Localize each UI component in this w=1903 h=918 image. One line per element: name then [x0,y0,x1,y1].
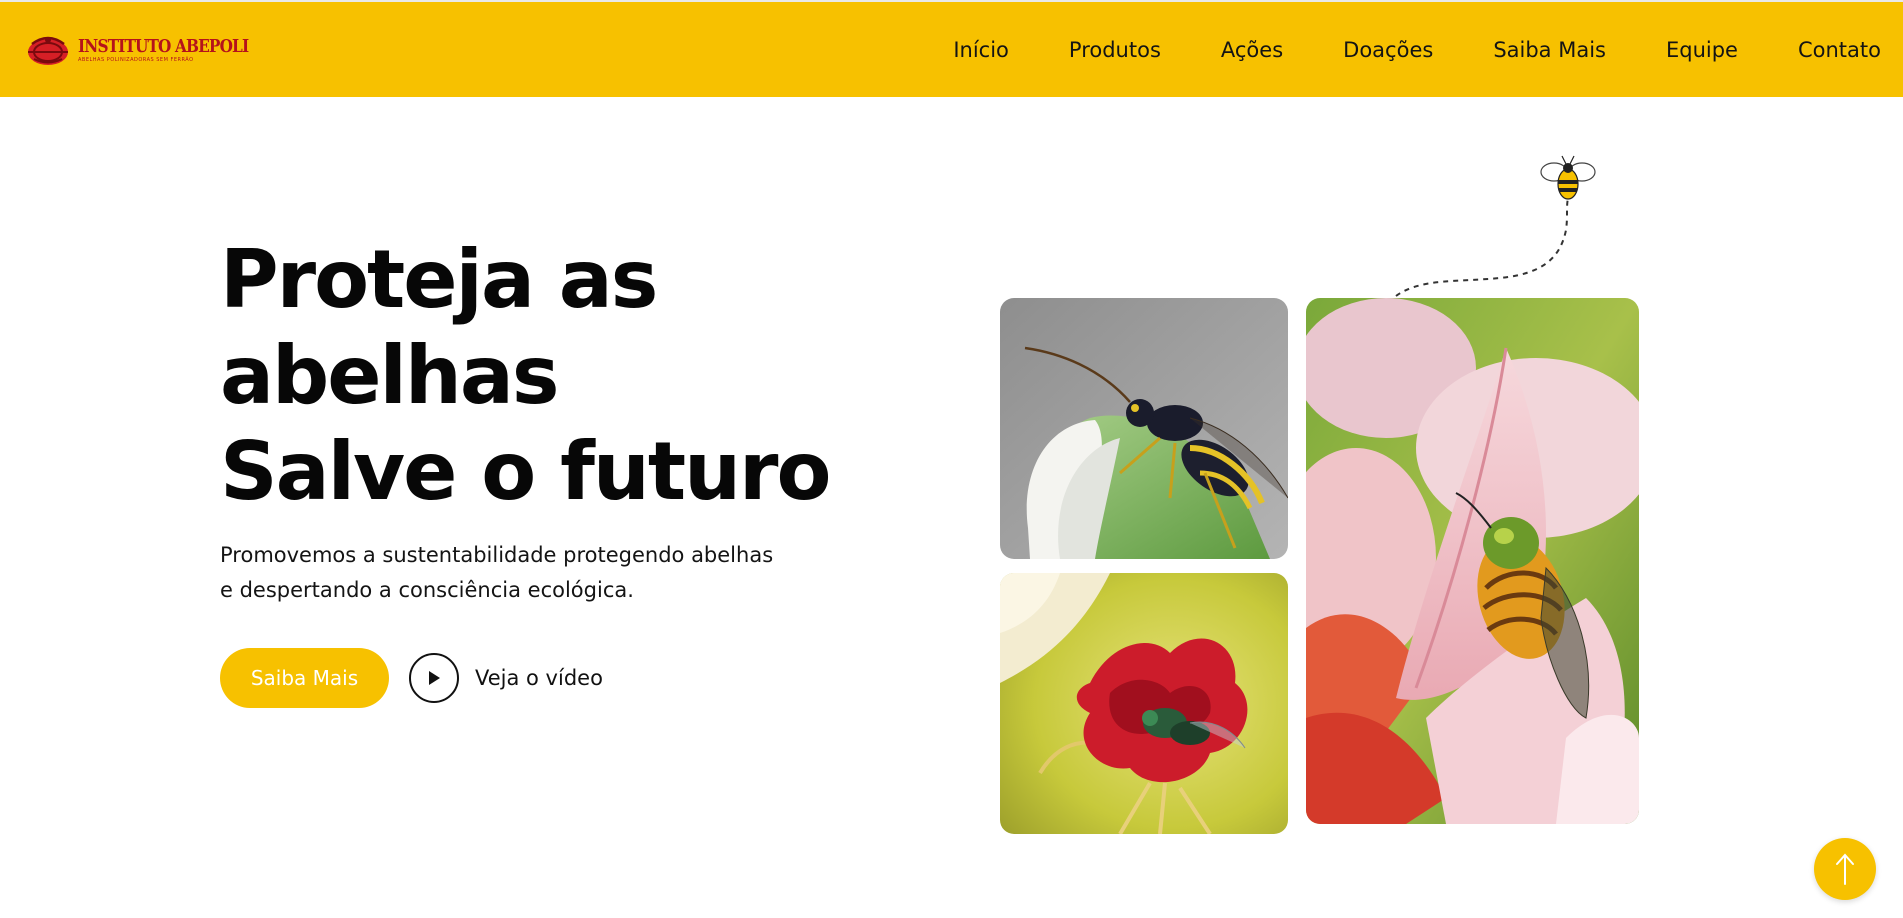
logo-subtitle: ABELHAS POLINIZADORAS SEM FERRÃO [78,56,194,63]
hero-subtitle-line: e despertando a consciência ecológica. [220,578,634,602]
wasp-on-flower-photo [1000,298,1288,559]
flying-bee-icon [1540,155,1596,200]
logo-title: INSTITUTO ABEPOLI [78,35,249,57]
nav-equipe[interactable]: Equipe [1666,38,1738,62]
saiba-mais-button[interactable]: Saiba Mais [220,648,389,708]
hero-title: Proteja as abelhas Salve o futuro [220,232,860,520]
nav-acoes[interactable]: Ações [1221,38,1283,62]
bee-on-red-flower-photo [1000,573,1288,834]
main-nav: Início Produtos Ações Doações Saiba Mais… [953,38,1881,62]
play-icon [429,671,440,685]
flying-bee-illustration [1395,155,1596,297]
hero-subtitle-line: Promovemos a sustentabilidade protegendo… [220,543,774,567]
bee-on-pink-flower-photo [1306,298,1639,824]
video-label: Veja o vídeo [475,666,603,690]
nav-saiba-mais[interactable]: Saiba Mais [1493,38,1606,62]
site-header: INSTITUTO ABEPOLI ABELHAS POLINIZADORAS … [0,0,1903,97]
hero-subtitle: Promovemos a sustentabilidade protegendo… [220,538,780,608]
nav-contato[interactable]: Contato [1798,38,1881,62]
nav-inicio[interactable]: Início [953,38,1009,62]
hero-title-line: Salve o futuro [220,425,831,518]
nav-produtos[interactable]: Produtos [1069,38,1161,62]
site-logo[interactable]: INSTITUTO ABEPOLI ABELHAS POLINIZADORAS … [22,30,278,70]
watch-video-link[interactable]: Veja o vídeo [409,653,603,703]
bee-logo-icon [28,36,68,65]
play-button[interactable] [409,653,459,703]
arrow-up-icon [1836,853,1854,885]
hero-title-line: Proteja as [220,233,658,326]
nav-doacoes[interactable]: Doações [1343,38,1433,62]
scroll-to-top-button[interactable] [1814,838,1876,900]
hero-title-line: abelhas [220,329,559,422]
